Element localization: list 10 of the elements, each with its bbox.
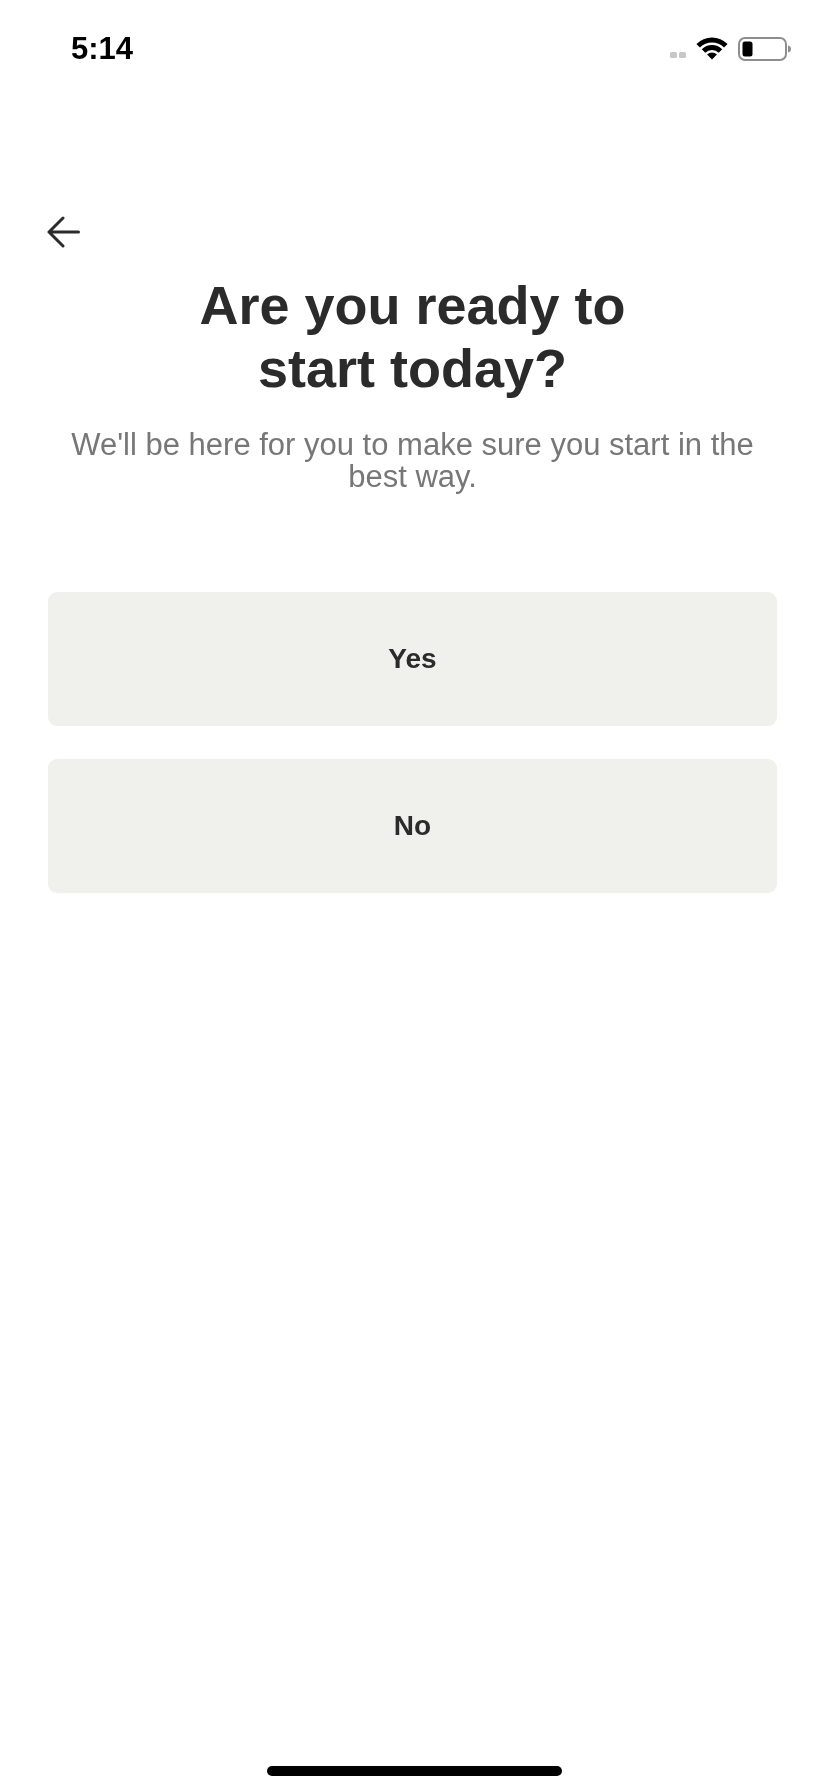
back-arrow-icon (47, 216, 80, 248)
status-time: 5:14 (71, 33, 134, 64)
page-subtitle: We'll be here for you to make sure you start in the best way. (70, 429, 755, 493)
back-button[interactable] (47, 216, 80, 248)
wifi-icon (696, 37, 728, 60)
answer-button[interactable]: Yes (48, 592, 777, 726)
signal-icon (670, 51, 686, 58)
battery-icon (738, 36, 791, 61)
page-title: Are you ready to start today? (198, 274, 627, 400)
answer-button[interactable]: No (48, 759, 777, 893)
